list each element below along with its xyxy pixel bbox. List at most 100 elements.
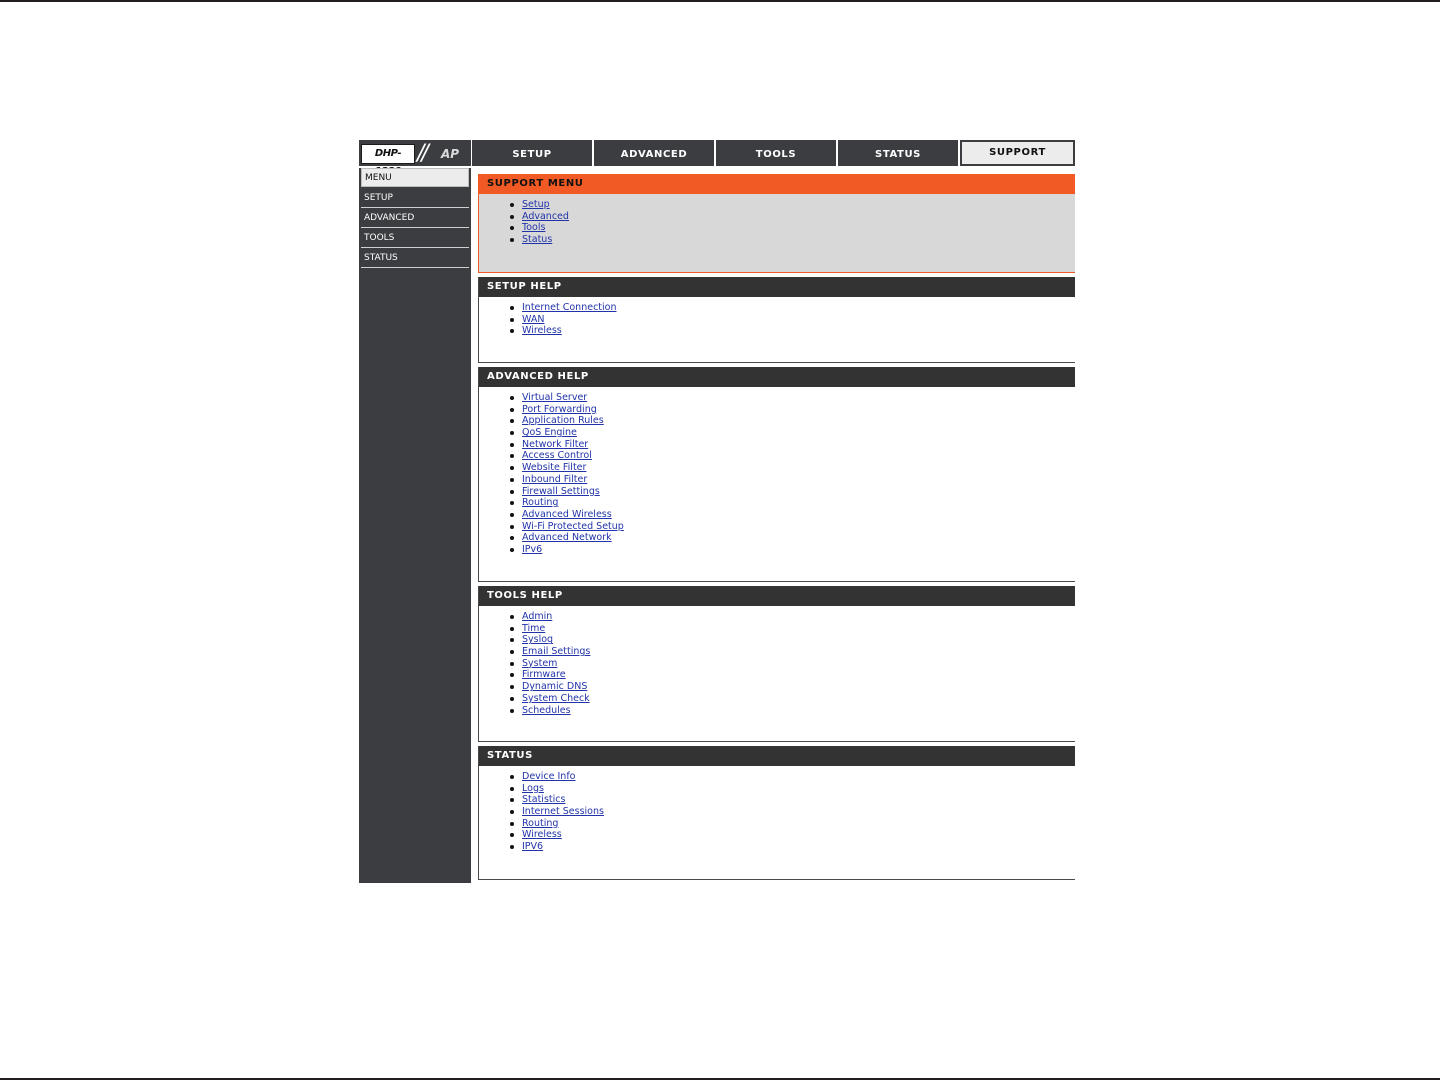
advanced-help-link-ipv6[interactable]: IPv6 [522, 544, 542, 555]
tab-setup[interactable]: SETUP [472, 140, 592, 166]
bullet-icon [510, 775, 514, 779]
bullet-icon [510, 317, 514, 322]
setup-help-link-wan[interactable]: WAN [522, 314, 544, 325]
product-logo: DHP-1320 // AP [359, 140, 471, 177]
top-navigation: SETUP ADVANCED TOOLS STATUS SUPPORT [472, 140, 1075, 166]
status-link-device-info[interactable]: Device Info [522, 771, 576, 782]
list-item: Inbound Filter [510, 474, 1075, 486]
bullet-icon [510, 536, 514, 541]
bullet-icon [510, 419, 514, 424]
bullet-icon [510, 786, 514, 791]
status-link-routing[interactable]: Routing [522, 818, 558, 829]
bullet-icon [510, 407, 514, 412]
list-item: Setup [510, 199, 1075, 211]
status-link-statistics[interactable]: Statistics [522, 794, 565, 805]
tab-label: TOOLS [755, 149, 797, 160]
sidebar-item-status[interactable]: STATUS [361, 249, 469, 268]
tools-help-link-admin[interactable]: Admin [522, 611, 552, 622]
bullet-icon [510, 845, 514, 850]
advanced-help-link-firewall-settings[interactable]: Firewall Settings [522, 486, 600, 497]
list-item: Admin [510, 611, 1075, 623]
tools-help-link-firmware[interactable]: Firmware [522, 669, 566, 680]
list-item: Access Control [510, 450, 1075, 462]
advanced-help-link-advanced-network[interactable]: Advanced Network [522, 532, 612, 543]
bullet-icon [510, 203, 514, 207]
model-label: DHP-1320 [361, 144, 415, 177]
link-list: Virtual Server Port Forwarding Application… [479, 387, 1075, 556]
advanced-help-link-website-filter[interactable]: Website Filter [522, 462, 586, 473]
list-item: Status [510, 234, 1075, 246]
router-admin-page: DHP-1320 // AP SETUP ADVANCED TOOLS STAT… [359, 140, 1075, 883]
tab-status[interactable]: STATUS [838, 140, 958, 166]
advanced-help-link-advanced-wireless[interactable]: Advanced Wireless [522, 509, 612, 520]
bullet-icon [510, 661, 514, 666]
tools-help-link-syslog[interactable]: Syslog [522, 634, 553, 645]
bullet-icon [510, 821, 514, 826]
bullet-icon [510, 214, 514, 219]
status-link-wireless[interactable]: Wireless [522, 829, 562, 840]
support-link-tools[interactable]: Tools [522, 222, 545, 233]
sidebar-item-menu[interactable]: MENU [361, 168, 469, 187]
list-item: Firmware [510, 669, 1075, 681]
list-item: Wi-Fi Protected Setup [510, 521, 1075, 533]
advanced-help-link-inbound-filter[interactable]: Inbound Filter [522, 474, 587, 485]
status-link-logs[interactable]: Logs [522, 783, 544, 794]
list-item: Application Rules [510, 415, 1075, 427]
setup-help-link-internet-connection[interactable]: Internet Connection [522, 302, 617, 313]
list-item: System [510, 658, 1075, 670]
panel-title: SUPPORT MENU [479, 174, 1075, 194]
advanced-help-link-qos-engine[interactable]: QoS Engine [522, 427, 577, 438]
bullet-icon [510, 798, 514, 803]
bullet-icon [510, 833, 514, 838]
support-link-status[interactable]: Status [522, 234, 552, 245]
support-link-setup[interactable]: Setup [522, 199, 550, 210]
status-help-panel: STATUS Device Info Logs Statistics Internet… [478, 746, 1075, 880]
list-item: Firewall Settings [510, 486, 1075, 498]
tools-help-link-schedules[interactable]: Schedules [522, 705, 571, 716]
tools-help-link-system-check[interactable]: System Check [522, 693, 590, 704]
bullet-icon [510, 638, 514, 643]
list-item: Internet Connection [510, 302, 1075, 314]
status-link-internet-sessions[interactable]: Internet Sessions [522, 806, 604, 817]
list-item: Dynamic DNS [510, 681, 1075, 693]
tab-tools[interactable]: TOOLS [716, 140, 836, 166]
bullet-icon [510, 489, 514, 494]
advanced-help-link-wi-fi-protected-setup[interactable]: Wi-Fi Protected Setup [522, 521, 624, 532]
advanced-help-link-application-rules[interactable]: Application Rules [522, 415, 604, 426]
tools-help-link-system[interactable]: System [522, 658, 557, 669]
bullet-icon [510, 396, 514, 400]
advanced-help-link-network-filter[interactable]: Network Filter [522, 439, 588, 450]
link-list: Device Info Logs Statistics Internet Sessio… [479, 766, 1075, 853]
panel-title: STATUS [479, 746, 1075, 766]
list-item: Advanced [510, 211, 1075, 223]
tab-label: ADVANCED [620, 149, 688, 160]
sidebar-item-advanced[interactable]: ADVANCED [361, 209, 469, 228]
tools-help-link-time[interactable]: Time [522, 623, 545, 634]
tab-label: STATUS [875, 149, 921, 160]
advanced-help-link-routing[interactable]: Routing [522, 497, 558, 508]
bullet-icon [510, 306, 514, 310]
logo-suffix: AP [441, 147, 460, 161]
sidebar-item-tools[interactable]: TOOLS [361, 229, 469, 248]
tools-help-panel: TOOLS HELP Admin Time Syslog Email Settings… [478, 586, 1075, 742]
bullet-icon [510, 708, 514, 713]
advanced-help-link-virtual-server[interactable]: Virtual Server [522, 392, 587, 403]
advanced-help-link-port-forwarding[interactable]: Port Forwarding [522, 404, 597, 415]
list-item: IPv6 [510, 544, 1075, 556]
sidebar-item-setup[interactable]: SETUP [361, 189, 469, 208]
status-link-ipv6[interactable]: IPV6 [522, 841, 543, 852]
support-link-advanced[interactable]: Advanced [522, 211, 569, 222]
tab-support[interactable]: SUPPORT [960, 140, 1075, 166]
bullet-icon [510, 547, 514, 552]
sidebar-menu: MENU SETUP ADVANCED TOOLS STATUS [359, 168, 471, 883]
advanced-help-link-access-control[interactable]: Access Control [522, 450, 592, 461]
list-item: Statistics [510, 794, 1075, 806]
page-bottom-rule [0, 1078, 1440, 1080]
tools-help-link-email-settings[interactable]: Email Settings [522, 646, 590, 657]
list-item: Tools [510, 222, 1075, 234]
list-item: Virtual Server [510, 392, 1075, 404]
logo-slash-icon: // [417, 141, 429, 166]
setup-help-link-wireless[interactable]: Wireless [522, 325, 562, 336]
tab-advanced[interactable]: ADVANCED [594, 140, 714, 166]
tools-help-link-dynamic-dns[interactable]: Dynamic DNS [522, 681, 587, 692]
